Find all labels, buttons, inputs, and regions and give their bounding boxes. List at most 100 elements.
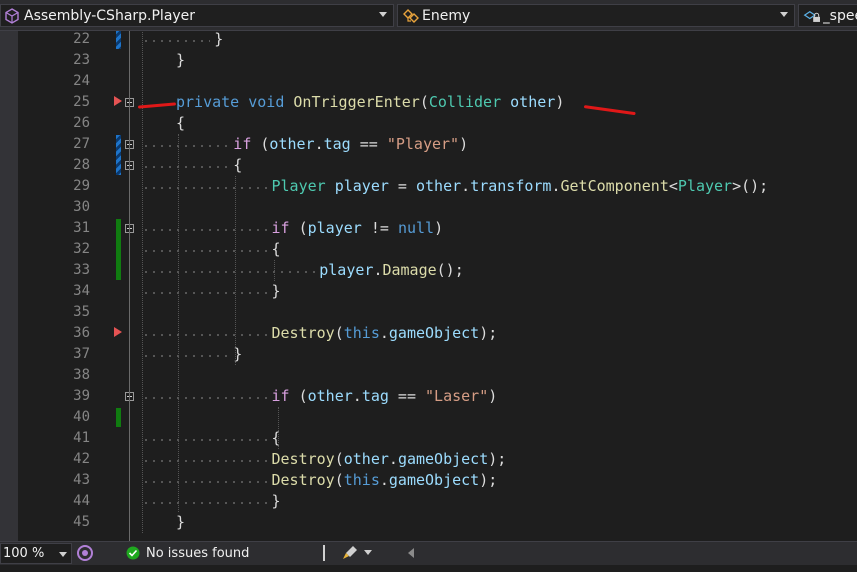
class-icon [403,8,419,23]
type-dropdown[interactable]: Enemy [397,4,795,27]
code-token: Destroy [271,450,335,468]
code-line[interactable]: { [176,113,185,134]
code-line[interactable]: private void OnTriggerEnter(Collider oth… [176,92,564,113]
code-line[interactable]: player.Damage(); [319,260,464,281]
whitespace-dots [142,187,268,189]
line-number: 45 [73,514,90,530]
whitespace-dots [142,229,268,231]
indent-guide [235,176,237,365]
code-token: player [334,177,389,195]
project-dropdown-label: Assembly-CSharp.Player [24,7,196,24]
code-token: OnTriggerEnter [293,93,420,111]
whitespace-dots [142,397,268,399]
edit-indicator-icon[interactable] [114,96,122,106]
code-token: gameObject [397,450,489,468]
line-number: 31 [73,220,90,236]
code-line[interactable]: } [176,50,185,71]
whitespace-dots [142,502,268,504]
code-token: private [176,93,249,111]
code-token: ( [298,387,308,405]
code-token: other [269,135,315,153]
edit-indicator-icon[interactable] [114,327,122,337]
code-line[interactable]: if (other.tag == "Laser") [272,386,498,407]
line-number: 23 [73,52,90,68]
code-token: ); [479,324,498,342]
scroll-left-icon[interactable] [408,548,414,558]
red-annotation-right [583,105,636,116]
code-token: Damage [382,261,437,279]
check-circle-icon [126,546,140,560]
whitespace-dots [142,250,268,252]
code-line[interactable]: } [272,281,281,302]
editor-left-margin [0,31,18,541]
copilot-icon[interactable] [76,544,94,562]
code-token: ); [488,450,507,468]
line-number: 22 [73,31,90,47]
code-line[interactable]: if (other.tag == "Player") [233,134,468,155]
code-token: = [388,177,416,195]
code-line[interactable]: Destroy(this.gameObject); [272,470,498,491]
saved-change-marker [116,408,121,427]
code-token: null [397,219,435,237]
chevron-down-icon[interactable] [780,12,788,17]
whitespace-dots [142,439,268,441]
code-token: void [248,93,294,111]
zoom-dropdown[interactable]: 100 % [0,543,72,564]
code-token: GetComponent [560,177,669,195]
code-token: ) [459,135,469,153]
code-line[interactable]: Player player = other.transform.GetCompo… [272,176,769,197]
chevron-down-icon[interactable] [379,12,387,17]
line-number: 28 [73,157,90,173]
chevron-down-icon[interactable] [364,550,372,555]
indent-guide [178,134,179,512]
indent-guide [273,260,275,281]
code-token: if [271,387,299,405]
line-number: 43 [73,472,90,488]
fold-guide-line [129,31,130,541]
line-number: 36 [73,325,90,341]
code-token: ) [488,387,498,405]
line-number: 41 [73,430,90,446]
member-dropdown-label: _spee [822,7,857,24]
status-bar: 100 % No issues found [0,541,857,565]
code-token: != [361,219,398,237]
code-token: if [233,135,261,153]
code-line[interactable]: Destroy(this.gameObject); [272,323,498,344]
code-line[interactable]: { [272,428,281,449]
code-token: Destroy [271,471,335,489]
whitespace-dots [142,334,268,336]
indent-guide [277,407,279,449]
project-dropdown[interactable]: Assembly-CSharp.Player [0,4,394,27]
line-number: 30 [73,199,90,215]
chevron-down-icon[interactable] [59,552,67,557]
line-number: 40 [73,409,90,425]
line-number: 34 [73,283,90,299]
code-line[interactable]: } [272,491,281,512]
code-token: } [271,282,281,300]
code-line[interactable]: Destroy(other.gameObject); [272,449,507,470]
code-cleanup-brush-icon[interactable] [341,544,361,562]
whitespace-dots [142,355,230,357]
code-line[interactable]: } [176,512,185,533]
unsaved-change-marker [116,31,121,49]
code-token: player [319,261,374,279]
code-token: tag [361,387,389,405]
zoom-level: 100 % [3,546,45,561]
code-line[interactable]: { [272,239,281,260]
line-number: 27 [73,136,90,152]
code-token: ( [334,324,344,342]
code-token: gameObject [388,471,480,489]
code-line[interactable]: if (player != null) [272,218,444,239]
line-number: 24 [73,73,90,89]
code-line[interactable]: } [214,31,223,50]
code-editor[interactable]: 22 23 24 25 26 27 28 29 30 31 32 33 34 35 36 37 38 39 40 41… [0,31,857,541]
member-dropdown[interactable]: _spee [798,4,857,27]
code-token: this [343,324,380,342]
code-token: ( [298,219,308,237]
issues-status-text[interactable]: No issues found [146,546,249,561]
bottom-strip [0,565,857,572]
code-token: } [214,31,224,48]
code-line[interactable]: { [233,155,242,176]
code-token: Destroy [271,324,335,342]
code-token: . [388,450,398,468]
